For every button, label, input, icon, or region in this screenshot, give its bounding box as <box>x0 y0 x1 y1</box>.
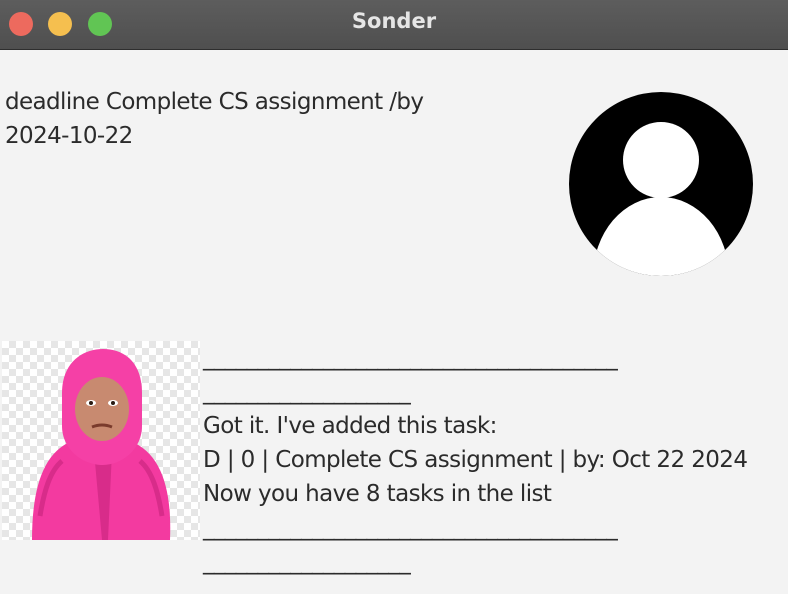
pink-suit-figure-icon <box>32 349 171 540</box>
window-titlebar: Sonder <box>0 0 788 50</box>
bot-message-line: D | 0 | Complete CS assignment | by: Oct… <box>203 447 748 473</box>
bot-message-line: ___________________ <box>203 379 411 405</box>
bot-message: ______________________________________ _… <box>203 341 748 579</box>
bot-avatar-photo <box>2 341 200 540</box>
bot-message-line: ___________________ <box>203 549 411 575</box>
bot-message-line: Got it. I've added this task: <box>203 413 497 439</box>
bot-message-line: ______________________________________ <box>203 345 618 371</box>
user-message: deadline Complete CS assignment /by 2024… <box>5 85 424 153</box>
user-avatar-icon <box>569 92 753 276</box>
window-title: Sonder <box>351 9 437 33</box>
user-message-line: 2024-10-22 <box>5 123 133 149</box>
bot-message-line: ______________________________________ <box>203 515 618 541</box>
user-message-line: deadline Complete CS assignment /by <box>5 89 424 115</box>
bot-message-line: Now you have 8 tasks in the list <box>203 481 552 507</box>
